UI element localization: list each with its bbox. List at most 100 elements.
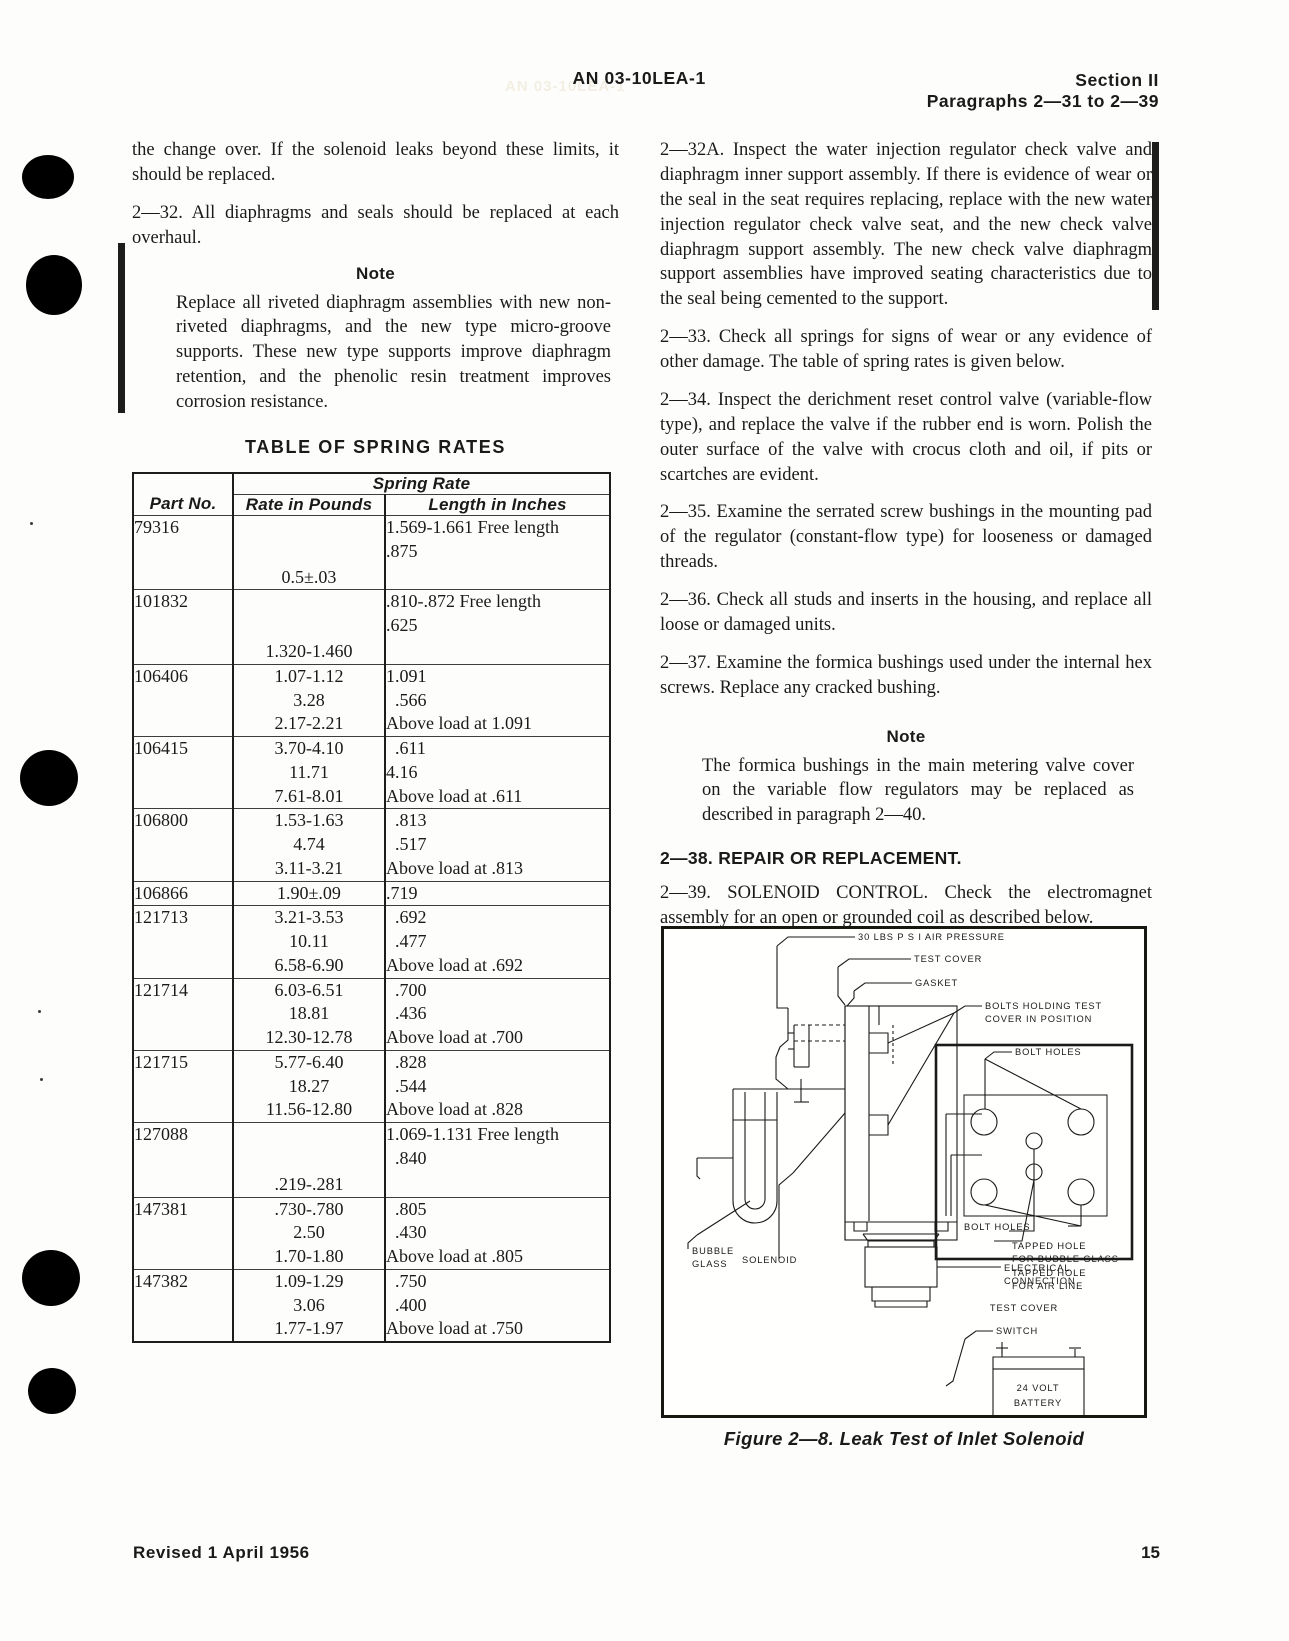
label-bolt-holes-bottom: BOLT HOLES <box>964 1222 1031 1232</box>
heading-2-38: 2—38. REPAIR OR REPLACEMENT. <box>660 848 962 869</box>
bolt-hole <box>1067 1178 1095 1206</box>
table-row: 121714 6.03-6.51 18.81 12.30-12.78 .700 .43… <box>132 977 611 1051</box>
figure-caption: Figure 2—8. Leak Test of Inlet Solenoid <box>723 1428 1085 1449</box>
cell-part-no: 121713 <box>132 905 234 979</box>
table-row: 106406 1.07-1.12 3.28 2.17-2.21 1.091 .566 Ab… <box>132 663 611 738</box>
note-heading-left: Note <box>356 263 395 283</box>
cell-part-no: 79316 <box>132 514 234 591</box>
punch-hole-artifact <box>26 255 82 315</box>
table-row: 106415 3.70-4.10 11.71 7.61-8.01 .611 4.16 Ab… <box>132 736 611 810</box>
figure-2-8: 30 LBS P S I AIR PRESSURE TEST COVER GAS… <box>661 926 1147 1418</box>
table-row: 106866 1.90±.09.719 <box>132 880 611 907</box>
paragraph-2-35: 2—35. Examine the serrated screw bushing… <box>660 502 1152 573</box>
paragraph-2-39: 2—39. SOLENOID CONTROL. Check the electr… <box>660 883 1152 928</box>
punch-hole-artifact <box>22 1250 80 1306</box>
table-header-row: Part No. Rate in Pounds Length in Inches <box>132 493 611 516</box>
cell-rate-in-pounds: 3.70-4.10 11.71 7.61-8.01 <box>232 736 386 810</box>
spring-rates-table: Spring Rate Part No. Rate in Pounds Leng… <box>132 471 612 1344</box>
u-tube-inner <box>744 1092 766 1210</box>
leader-gasket <box>853 982 912 992</box>
label-test-cover-inset: TEST COVER <box>990 1303 1058 1313</box>
header-length-in-inches: Length in Inches <box>384 493 611 516</box>
table-row: 106800 1.53-1.63 4.74 3.11-3.21 .813 .517 Ab… <box>132 808 611 882</box>
bolt-hole <box>1067 1108 1095 1136</box>
cell-length-in-inches: .750 .400 Above load at .750 <box>384 1268 611 1343</box>
cell-length-in-inches: .810-.872 Free length .625 <box>384 589 611 665</box>
footer-revision: Revised 1 April 1956 <box>133 1543 310 1562</box>
cell-part-no: 101832 <box>132 589 234 665</box>
note-heading-right: Note <box>886 726 926 746</box>
label-electrical-2: CONNECTION <box>1004 1276 1076 1286</box>
label-solenoid: SOLENOID <box>742 1255 797 1265</box>
table-row: 147382 1.09-1.29 3.06 1.77-1.97 .750 .400 Ab… <box>132 1268 611 1343</box>
label-bolts-holding-1: BOLTS HOLDING TEST <box>985 1001 1102 1011</box>
leader-bolts-holding <box>953 1005 982 1014</box>
punch-hole-artifact <box>22 155 74 199</box>
cell-length-in-inches: 1.569-1.661 Free length .875 <box>384 514 611 591</box>
scan-speck <box>40 1078 43 1081</box>
cell-length-in-inches: .611 4.16 Above load at .611 <box>384 736 611 810</box>
cell-part-no: 106800 <box>132 808 234 882</box>
table-row: 121713 3.21-3.53 10.11 6.58-6.90 .692 .477 A… <box>132 905 611 979</box>
leader-air-pressure <box>776 936 855 947</box>
leader-switch <box>964 1330 993 1340</box>
footer-page-number: 15 <box>1141 1543 1160 1562</box>
cell-length-in-inches: .805 .430 Above load at .805 <box>384 1196 611 1270</box>
cell-rate-in-pounds: 6.03-6.51 18.81 12.30-12.78 <box>232 977 386 1051</box>
cell-length-in-inches: .828 .544 Above load at .828 <box>384 1049 611 1124</box>
table-head: Spring Rate Part No. Rate in Pounds Leng… <box>132 472 611 516</box>
paragraph-continued: the change over. If the solenoid leaks b… <box>132 140 619 185</box>
table-title: TABLE OF SPRING RATES <box>245 436 506 457</box>
u-tube-outer <box>732 1089 778 1224</box>
paragraph-2-33: 2—33. Check all springs for signs of wea… <box>660 327 1152 372</box>
cell-rate-in-pounds: .730-.780 2.50 1.70-1.80 <box>232 1196 386 1270</box>
note-text-right: The formica bushings in the main meterin… <box>702 755 1134 826</box>
scan-speck <box>30 522 33 525</box>
cell-part-no: 106406 <box>132 663 234 738</box>
table-body: 79316 0.5±.03 1.569-1.661 Free length .875… <box>132 514 611 1343</box>
change-bar-left <box>118 243 125 413</box>
paragraph-2-32A: 2—32A. Inspect the water injection regul… <box>660 140 1152 310</box>
cell-part-no: 147381 <box>132 1196 234 1270</box>
cell-length-in-inches: .813 .517 Above load at .813 <box>384 808 611 882</box>
label-bolt-holes-top: BOLT HOLES <box>1015 1047 1082 1057</box>
header-spring-rate: Spring Rate <box>232 472 611 495</box>
table-row: 101832 1.320-1.460.810-.872 Free length.… <box>132 589 611 665</box>
table-row: 127088 .219-.281 1.069-1.131 Free length … <box>132 1122 611 1198</box>
table-row: 147381.730-.780 2.50 1.70-1.80 .805 .430 Ab… <box>132 1196 611 1270</box>
leader-solenoid <box>778 1172 794 1259</box>
cell-length-in-inches: 1.069-1.131 Free length .840 <box>384 1122 611 1198</box>
right-column: 2—32A. Inspect the water injection regul… <box>660 138 1152 931</box>
label-battery-2: BATTERY <box>1014 1398 1062 1408</box>
label-bubble-glass-2: GLASS <box>692 1259 728 1269</box>
paragraph-range-label: Paragraphs 2—31 to 2—39 <box>926 91 1159 111</box>
cell-rate-in-pounds: 1.90±.09 <box>232 880 386 907</box>
tapped-hole-bubble-glass <box>1025 1132 1043 1150</box>
label-air-pressure: 30 LBS P S I AIR PRESSURE <box>858 932 1005 942</box>
change-bar-right <box>1152 142 1159 310</box>
leak-test-diagram: 30 LBS P S I AIR PRESSURE TEST COVER GAS… <box>687 932 1134 1415</box>
cell-part-no: 106415 <box>132 736 234 810</box>
cell-rate-in-pounds: 1.320-1.460 <box>232 589 386 665</box>
running-head: AN 03-10LEA-1 Section II Paragraphs 2—31… <box>130 68 1159 124</box>
label-electrical-1: ELECTRICAL <box>1004 1263 1070 1273</box>
cell-part-no: 121714 <box>132 977 234 1051</box>
header-rate-in-pounds: Rate in Pounds <box>232 493 386 516</box>
cell-part-no: 121715 <box>132 1049 234 1124</box>
paragraph-2-36: 2—36. Check all studs and inserts in the… <box>660 590 1152 635</box>
label-test-cover-top: TEST COVER <box>914 954 982 964</box>
paragraph-2-32: 2—32. All diaphragms and seals should be… <box>132 202 619 248</box>
table-header-span-row: Spring Rate <box>132 472 611 495</box>
cell-rate-in-pounds: .219-.281 <box>232 1122 386 1198</box>
electrical-connector <box>864 1246 938 1288</box>
label-switch: SWITCH <box>996 1326 1038 1336</box>
cell-rate-in-pounds: 1.53-1.63 4.74 3.11-3.21 <box>232 808 386 882</box>
paragraph-2-34: 2—34. Inspect the derichment reset contr… <box>660 389 1152 485</box>
left-column: the change over. If the solenoid leaks b… <box>132 138 619 1344</box>
bolt-hole <box>970 1178 998 1206</box>
label-bubble-glass-1: BUBBLE <box>692 1246 734 1256</box>
cell-part-no: 147382 <box>132 1268 234 1343</box>
solenoid-body <box>844 1005 958 1241</box>
cell-rate-in-pounds: 1.07-1.12 3.28 2.17-2.21 <box>232 663 386 738</box>
cell-part-no: 127088 <box>132 1122 234 1198</box>
